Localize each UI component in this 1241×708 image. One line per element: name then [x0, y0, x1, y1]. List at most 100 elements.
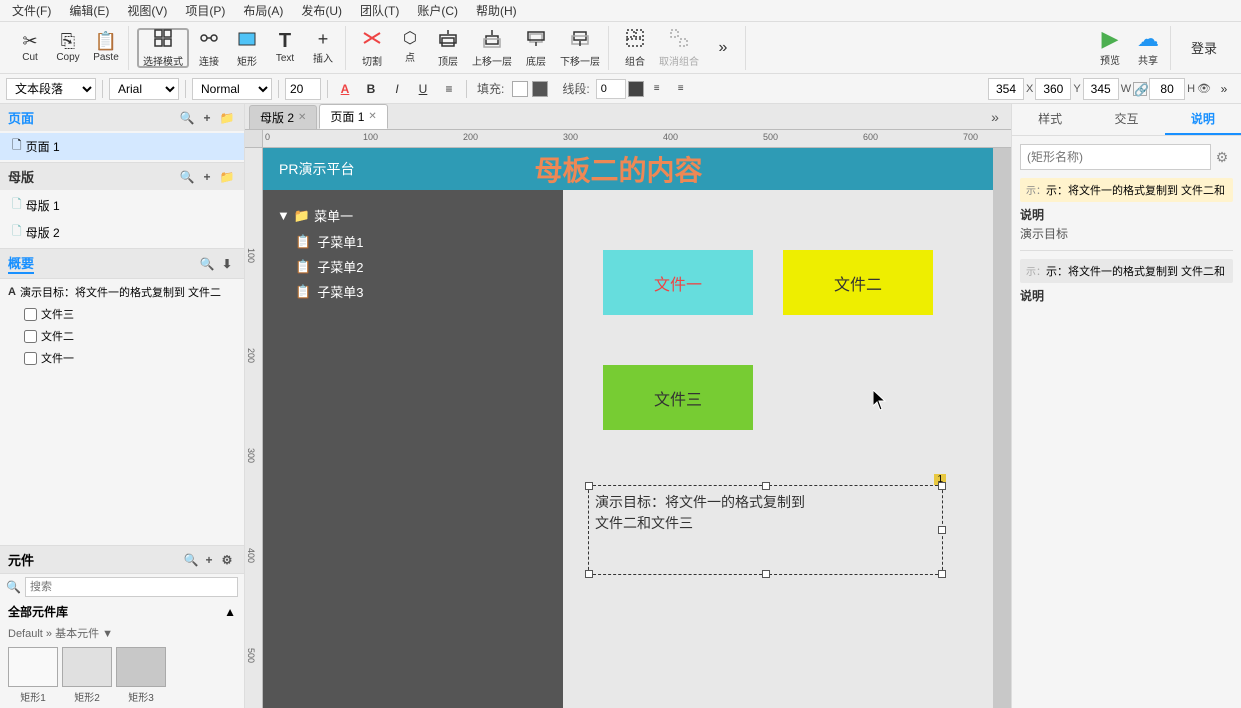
- name-input[interactable]: [1020, 144, 1211, 170]
- master-folder-button[interactable]: 📁: [218, 168, 236, 186]
- list-button[interactable]: ≡: [438, 78, 460, 100]
- style-select[interactable]: 文本段落: [6, 78, 96, 100]
- tab-style[interactable]: 样式: [1012, 104, 1088, 135]
- fill-color-box2[interactable]: [532, 81, 548, 97]
- page-canvas[interactable]: PR演示平台 母板二的内容 ▼: [263, 148, 993, 708]
- tab-interact[interactable]: 交互: [1088, 104, 1164, 135]
- component-search-input[interactable]: [25, 577, 238, 597]
- y-input[interactable]: [1035, 78, 1071, 100]
- menu-edit[interactable]: 编辑(E): [61, 0, 117, 21]
- tab-more-button[interactable]: »: [983, 106, 1007, 128]
- handle-bm[interactable]: [762, 570, 770, 578]
- pages-add-button[interactable]: +: [198, 109, 216, 127]
- tab-master2-close[interactable]: ✕: [298, 112, 306, 123]
- line-color-box[interactable]: [628, 81, 644, 97]
- component-search-button[interactable]: 🔍: [182, 551, 200, 569]
- eye-icon[interactable]: 👁: [1197, 82, 1211, 95]
- font-color-button[interactable]: A: [334, 78, 356, 100]
- group-button[interactable]: 组合: [617, 28, 653, 68]
- file1-checkbox[interactable]: [24, 352, 37, 365]
- movedown-button[interactable]: 下移一层: [556, 28, 604, 68]
- sub-item-2[interactable]: 📋 子菜单2: [275, 254, 551, 279]
- component-add-button[interactable]: +: [200, 551, 218, 569]
- shape-rect1[interactable]: 矩形1: [8, 647, 58, 704]
- select-mode-button[interactable]: 选择模式: [137, 28, 189, 68]
- fill-color-box[interactable]: [512, 81, 528, 97]
- tab-page1-close[interactable]: ✕: [368, 111, 376, 122]
- master-item-1[interactable]: 🗋 母版 1: [0, 192, 244, 219]
- master-search-button[interactable]: 🔍: [178, 168, 196, 186]
- font-size-input[interactable]: [285, 78, 321, 100]
- menu-tree-item[interactable]: ▼ 📁 菜单一: [275, 202, 551, 229]
- page-item-1[interactable]: 🗋 页面 1: [0, 133, 244, 160]
- text-button[interactable]: T Text: [267, 28, 303, 68]
- gear-button[interactable]: ⚙: [1211, 146, 1233, 168]
- top-button[interactable]: 顶层: [430, 28, 466, 68]
- tab-page1[interactable]: 页面 1 ✕: [319, 104, 387, 129]
- handle-br[interactable]: [938, 570, 946, 578]
- concept-item-main[interactable]: A 演示目标：将文件一的格式复制到 文件二: [0, 281, 244, 303]
- concept-search-button[interactable]: 🔍: [198, 255, 216, 273]
- paste-button[interactable]: 📋 Paste: [88, 28, 124, 68]
- moveup-button[interactable]: 上移一层: [468, 28, 516, 68]
- menu-account[interactable]: 账户(C): [409, 0, 466, 21]
- menu-publish[interactable]: 发布(U): [293, 0, 350, 21]
- menu-view[interactable]: 视图(V): [119, 0, 175, 21]
- sub-item-3[interactable]: 📋 子菜单3: [275, 279, 551, 304]
- size-style-select[interactable]: Normal: [192, 78, 272, 100]
- handle-bl[interactable]: [585, 570, 593, 578]
- copy-button[interactable]: ⎘ Copy: [50, 28, 86, 68]
- line-input[interactable]: [596, 79, 626, 99]
- content-area[interactable]: 文件一 文件二 文件三: [563, 190, 993, 708]
- lock-icon[interactable]: 🔗: [1133, 82, 1147, 96]
- tab-master2[interactable]: 母版 2 ✕: [249, 105, 317, 129]
- shape-rect2[interactable]: 矩形2: [62, 647, 112, 704]
- master-item-2[interactable]: 🗋 母版 2: [0, 219, 244, 246]
- shape-rect3[interactable]: 矩形3: [116, 647, 166, 704]
- line-more-button[interactable]: ≡: [670, 78, 692, 100]
- underline-button[interactable]: U: [412, 78, 434, 100]
- concept-file1[interactable]: 文件一: [0, 347, 244, 369]
- menu-file[interactable]: 文件(F): [4, 0, 59, 21]
- handle-tr[interactable]: [938, 482, 946, 490]
- share-button[interactable]: ☁ 共享: [1130, 28, 1166, 68]
- more-button[interactable]: »: [705, 28, 741, 68]
- handle-tm[interactable]: [762, 482, 770, 490]
- insert-button[interactable]: + 插入: [305, 28, 341, 68]
- handle-mr[interactable]: [938, 526, 946, 534]
- pages-folder-button[interactable]: 📁: [218, 109, 236, 127]
- bold-button[interactable]: B: [360, 78, 382, 100]
- x-input[interactable]: [988, 78, 1024, 100]
- point-button[interactable]: ⬡ 点: [392, 28, 428, 68]
- handle-tl[interactable]: [585, 482, 593, 490]
- master-add-button[interactable]: +: [198, 168, 216, 186]
- concept-file3[interactable]: 文件三: [0, 303, 244, 325]
- file2-checkbox[interactable]: [24, 330, 37, 343]
- bottom-button[interactable]: 底层: [518, 28, 554, 68]
- file1-button[interactable]: 文件一: [603, 250, 753, 315]
- tab-explain[interactable]: 说明: [1165, 104, 1241, 135]
- font-select[interactable]: Arial: [109, 78, 179, 100]
- file2-button[interactable]: 文件二: [783, 250, 933, 315]
- canvas-scroll[interactable]: 0 100 200 300 400 500 600 700 100 200 30…: [245, 130, 1011, 708]
- concept-file2[interactable]: 文件二: [0, 325, 244, 347]
- concept-filter-button[interactable]: ⬇: [218, 255, 236, 273]
- cut-button[interactable]: ✂ Cut: [12, 28, 48, 68]
- line-style-button[interactable]: ≡: [646, 78, 668, 100]
- pages-search-button[interactable]: 🔍: [178, 109, 196, 127]
- menu-team[interactable]: 团队(T): [352, 0, 407, 21]
- component-all-label[interactable]: 全部元件库 ▲: [0, 600, 244, 623]
- menu-project[interactable]: 项目(P): [177, 0, 233, 21]
- menu-help[interactable]: 帮助(H): [468, 0, 525, 21]
- login-button[interactable]: 登录: [1175, 34, 1233, 61]
- file3-button[interactable]: 文件三: [603, 365, 753, 430]
- italic-button[interactable]: I: [386, 78, 408, 100]
- h-input[interactable]: [1149, 78, 1185, 100]
- ungroup-button[interactable]: 取消组合: [655, 28, 703, 68]
- component-filter-button[interactable]: ⚙: [218, 551, 236, 569]
- preview-button[interactable]: ▶ 预览: [1092, 28, 1128, 68]
- connect-button[interactable]: 连接: [191, 28, 227, 68]
- sub-item-1[interactable]: 📋 子菜单1: [275, 229, 551, 254]
- text-box-container[interactable]: 1 演示目标：将文件一的格式复制到文件二和文件三: [588, 485, 943, 575]
- expand-button[interactable]: »: [1213, 78, 1235, 100]
